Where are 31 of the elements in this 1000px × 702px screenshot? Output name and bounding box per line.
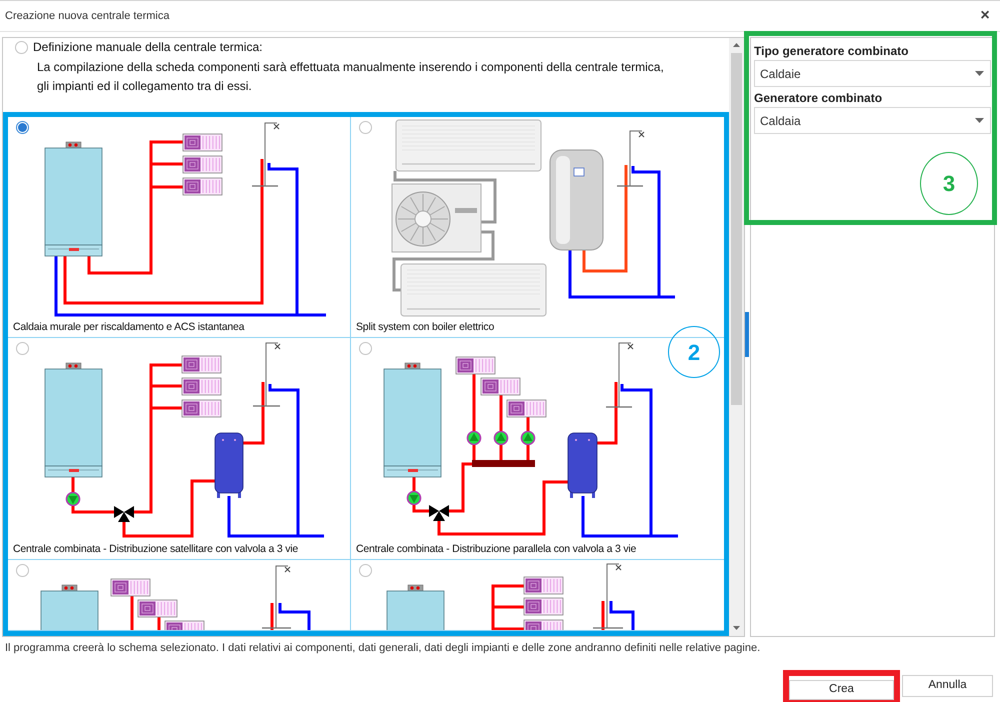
create-button[interactable]: Crea [789,680,894,700]
scheme-caption: Split system con boiler elettrico [356,320,494,335]
splitter-handle[interactable] [745,312,749,357]
radio-button[interactable] [16,121,29,134]
caret-icon [975,71,984,76]
scroll-down-icon[interactable] [733,626,740,630]
dropdown[interactable]: Caldaie [754,60,991,87]
field-label: Generatore combinato [754,90,884,106]
callout-number: 3 [920,152,978,215]
close-button[interactable]: × [977,8,993,24]
radio-button[interactable] [16,564,29,577]
option-label: Definizione manuale della centrale termica: [33,39,262,56]
window-title: Creazione nuova centrale termica [5,8,170,24]
caret-icon [975,118,984,123]
info-text: Il programma creerà lo schema selezionato. I dati relativi ai componenti, dati generali, dati degli impianti e delle zone andranno definiti nelle relative pagine. [5,641,762,655]
scheme-caption: Centrale combinata - Distribuzione satellitare con valvola a 3 vie [13,542,298,557]
radio-button[interactable] [359,342,372,355]
cancel-button[interactable]: Annulla [902,675,993,697]
radio-button[interactable] [16,342,29,355]
dropdown[interactable]: Caldaia [754,107,991,134]
description-text: La compilazione della scheda componenti sarà effettuata manualmente inserendo i componenti della centrale termica, gli impianti ed il collegamento tra di essi. [37,59,665,95]
callout-number: 2 [668,326,720,378]
radio-button[interactable] [359,564,372,577]
scroll-up-icon[interactable] [733,43,740,47]
radio-button[interactable] [359,121,372,134]
scheme-caption: Caldaia murale per riscaldamento e ACS istantanea [13,320,244,335]
scrollbar-thumb[interactable] [731,53,742,405]
radio-button[interactable] [15,40,28,54]
scrollbar[interactable] [729,38,744,636]
field-label: Tipo generatore combinato [754,43,910,59]
scheme-caption: Centrale combinata - Distribuzione parallela con valvola a 3 vie [356,542,636,557]
